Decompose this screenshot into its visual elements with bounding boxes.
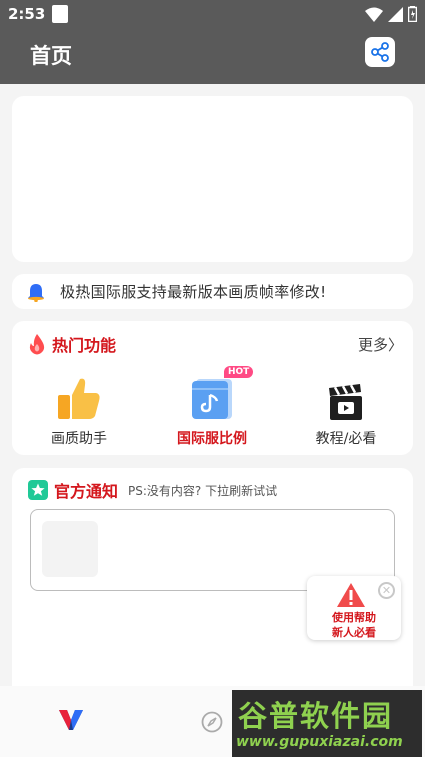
more-link[interactable]: 更多〉 — [358, 334, 403, 355]
watermark-logo: 谷普软件园 www.gupuxiazai.com — [232, 690, 422, 757]
clapperboard-icon — [329, 384, 362, 420]
help-line-2: 新人必看 — [332, 626, 376, 639]
notice-bar[interactable]: 极热国际服支持最新版本画质帧率修改! — [12, 274, 413, 309]
help-popup[interactable]: ✕ 使用帮助 新人必看 — [307, 576, 401, 640]
compass-icon[interactable] — [201, 711, 223, 733]
star-badge-icon — [28, 480, 48, 500]
page-title: 首页 — [30, 44, 72, 68]
notification-icon — [52, 5, 68, 23]
warning-icon — [337, 583, 365, 607]
watermark-brand: 谷普软件园 — [238, 699, 394, 733]
signal-icon — [388, 6, 403, 22]
notice-text: 极热国际服支持最新版本画质帧率修改! — [60, 283, 327, 301]
hot-features-card: 热门功能 更多〉 画质助手 HOT 国际服比例 教程/必看 — [12, 321, 413, 455]
app-logo-icon[interactable] — [59, 708, 83, 730]
feature-intl-ratio[interactable]: HOT 国际服比例 — [152, 366, 272, 448]
banner-area[interactable] — [12, 96, 413, 262]
feature-quality-helper[interactable]: 画质助手 — [19, 371, 139, 448]
flame-icon — [29, 334, 45, 355]
feature-label: 画质助手 — [51, 431, 107, 447]
status-time: 2:53 — [8, 5, 46, 23]
system-icons — [365, 6, 417, 22]
share-button[interactable] — [365, 37, 395, 67]
notice-thumbnail — [42, 521, 98, 577]
hot-badge: HOT — [224, 366, 254, 378]
watermark-url: www.gupuxiazai.com — [236, 734, 403, 750]
feature-tutorial[interactable]: 教程/必看 — [286, 371, 406, 448]
hot-features-header: 热门功能 — [28, 332, 116, 356]
status-bar: 2:53 — [0, 0, 425, 28]
close-icon[interactable]: ✕ — [378, 582, 395, 599]
share-icon — [371, 42, 389, 62]
feature-label: 国际服比例 — [177, 431, 247, 447]
official-notice-title: 官方通知 — [54, 482, 119, 501]
app-header: 首页 — [0, 28, 425, 84]
help-line-1: 使用帮助 — [332, 611, 376, 624]
battery-icon — [408, 6, 417, 22]
official-notice-header: 官方通知 PS:没有内容? 下拉刷新试试 — [28, 478, 277, 502]
thumbs-up-icon — [58, 378, 100, 419]
bell-icon — [28, 283, 44, 302]
hot-features-title: 热门功能 — [52, 336, 117, 355]
wifi-icon — [365, 7, 383, 22]
feature-label: 教程/必看 — [315, 431, 377, 447]
refresh-hint: PS:没有内容? 下拉刷新试试 — [128, 483, 278, 498]
aspect-ratio-icon — [192, 379, 232, 419]
